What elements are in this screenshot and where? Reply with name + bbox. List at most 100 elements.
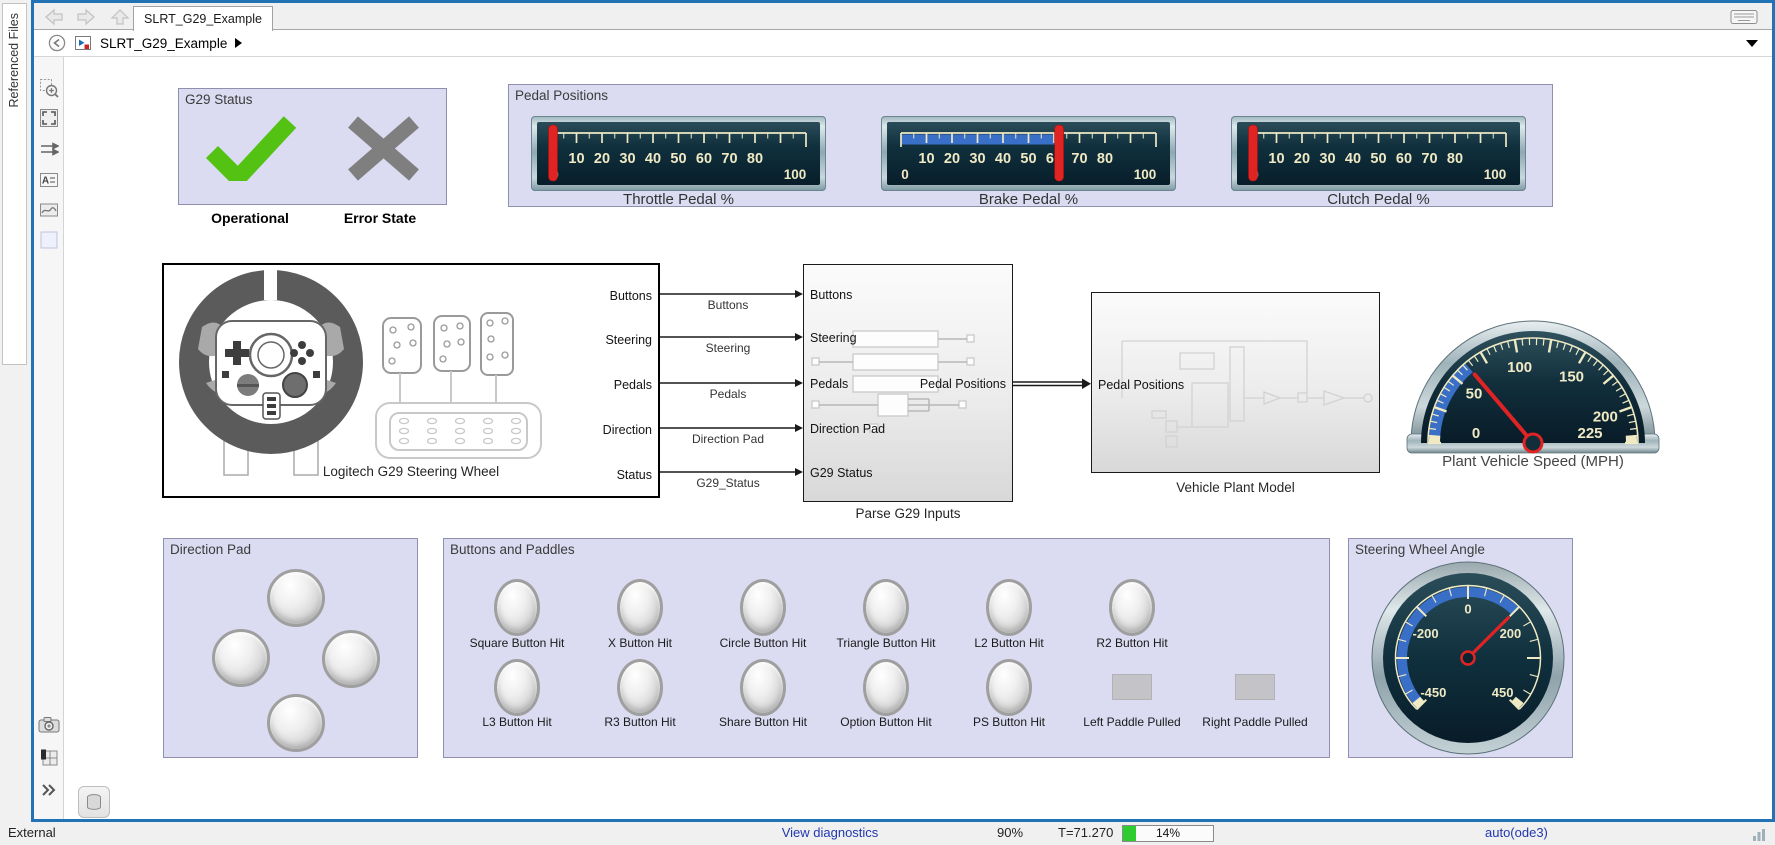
panel-steering-angle[interactable]: Steering Wheel Angle -450-2000200450	[1348, 538, 1573, 758]
right-paddle-indicator[interactable]	[1235, 674, 1275, 700]
wire-label: G29_Status	[673, 476, 783, 490]
data-inspector-button[interactable]	[78, 786, 110, 818]
lamp-label: Left Paddle Pulled	[1067, 715, 1197, 729]
svg-text:150: 150	[1559, 368, 1584, 385]
panel-pedal-positions-title: Pedal Positions	[515, 88, 608, 103]
square-button-lamp[interactable]	[494, 579, 540, 636]
l2-button-lamp[interactable]	[986, 579, 1032, 636]
vehicle-speed-gauge[interactable]: 050100150200225	[1403, 305, 1663, 457]
wire-label: Direction Pad	[673, 432, 783, 446]
svg-text:20: 20	[594, 151, 610, 167]
schedule-editor-icon[interactable]	[37, 746, 61, 770]
lamp-label: PS Button Hit	[944, 715, 1074, 729]
g29-wheel-block[interactable]: Buttons Steering Pedals Direction Status…	[162, 263, 660, 498]
svg-text:40: 40	[645, 151, 661, 167]
r3-button-lamp[interactable]	[617, 659, 663, 716]
svg-text:-200: -200	[1413, 626, 1439, 641]
left-paddle-indicator[interactable]	[1112, 674, 1152, 700]
svg-text:30: 30	[619, 151, 635, 167]
sim-time: T=71.270	[1058, 825, 1113, 840]
panel-buttons-paddles[interactable]: Buttons and Paddles Square Button Hit X …	[443, 538, 1330, 758]
panel-steering-angle-title: Steering Wheel Angle	[1355, 542, 1485, 557]
port-label: Pedals	[810, 377, 848, 391]
svg-text:50: 50	[670, 151, 686, 167]
hide-palette-icon[interactable]	[48, 34, 66, 52]
model-tab[interactable]: SLRT_G29_Example	[133, 6, 273, 31]
operational-label: Operational	[180, 210, 320, 226]
tab-bar: SLRT_G29_Example	[34, 3, 1772, 30]
panel-g29-status[interactable]: G29 Status	[178, 88, 447, 205]
breadcrumb-model-name[interactable]: SLRT_G29_Example	[100, 36, 227, 51]
brake-gauge[interactable]: 10203040506070800100	[881, 116, 1176, 191]
annotation-icon[interactable]: A	[37, 168, 61, 192]
breadcrumb-dropdown-icon[interactable]	[1746, 40, 1758, 47]
parse-block-caption: Parse G29 Inputs	[803, 506, 1013, 521]
clutch-gauge[interactable]: 10203040506070800100	[1231, 116, 1526, 191]
share-button-lamp[interactable]	[740, 659, 786, 716]
svg-text:80: 80	[1447, 151, 1463, 167]
r2-button-lamp[interactable]	[1109, 579, 1155, 636]
svg-text:10: 10	[1268, 151, 1284, 167]
svg-text:200: 200	[1500, 626, 1522, 641]
referenced-files-tab[interactable]: Referenced Files	[2, 3, 27, 365]
wire-label: Buttons	[673, 298, 783, 312]
camera-icon[interactable]	[37, 713, 61, 737]
steering-angle-gauge[interactable]: -450-2000200450	[1368, 558, 1568, 758]
triangle-button-lamp[interactable]	[863, 579, 909, 636]
lamp-label: Circle Button Hit	[698, 636, 828, 650]
referenced-files-strip: Referenced Files	[0, 0, 31, 822]
lamp-label: Triangle Button Hit	[821, 636, 951, 650]
svg-text:30: 30	[1319, 151, 1335, 167]
sim-progress-label: 14%	[1123, 826, 1213, 841]
solver-link[interactable]: auto(ode3)	[1485, 825, 1548, 840]
l3-button-lamp[interactable]	[494, 659, 540, 716]
panel-g29-status-title: G29 Status	[185, 92, 253, 107]
option-button-lamp[interactable]	[863, 659, 909, 716]
panel-direction-pad[interactable]: Direction Pad	[163, 538, 418, 758]
keyboard-icon[interactable]	[1730, 9, 1758, 25]
back-icon[interactable]	[42, 7, 66, 27]
breadcrumb-bar: SLRT_G29_Example	[34, 30, 1772, 57]
ps-button-lamp[interactable]	[986, 659, 1032, 716]
zoom-region-icon[interactable]	[37, 76, 61, 100]
vehicle-speed-gauge-caption: Plant Vehicle Speed (MPH)	[1403, 453, 1663, 470]
circle-button-lamp[interactable]	[740, 579, 786, 636]
area-icon[interactable]	[37, 228, 61, 252]
breadcrumb[interactable]: SLRT_G29_Example	[48, 30, 242, 56]
lamp-label: Square Button Hit	[452, 636, 582, 650]
svg-text:450: 450	[1492, 685, 1514, 700]
svg-text:70: 70	[1421, 151, 1437, 167]
svg-text:70: 70	[1071, 151, 1087, 167]
svg-text:50: 50	[1466, 386, 1483, 403]
port-label: Direction Pad	[810, 422, 885, 436]
dpad-up-lamp[interactable]	[267, 569, 325, 627]
dpad-left-lamp[interactable]	[212, 629, 270, 687]
model-tab-label: SLRT_G29_Example	[144, 12, 262, 26]
svg-text:40: 40	[995, 151, 1011, 167]
palette-toolbar: A	[34, 57, 64, 819]
model-canvas[interactable]: Buttons Steering Pedals Direction Pad G2…	[64, 57, 1772, 819]
svg-text:80: 80	[1097, 151, 1113, 167]
up-icon[interactable]	[108, 7, 132, 27]
dpad-right-lamp[interactable]	[322, 630, 380, 688]
fit-to-view-icon[interactable]	[37, 106, 61, 130]
vehicle-plant-model-block[interactable]: Pedal Positions	[1091, 292, 1380, 473]
check-icon[interactable]	[206, 116, 296, 181]
status-bar: External View diagnostics 90% T=71.270 1…	[0, 822, 1775, 845]
parse-g29-inputs-block[interactable]: Buttons Steering Pedals Direction Pad G2…	[803, 264, 1013, 502]
panel-pedal-positions[interactable]: Pedal Positions 10203040506070800100 102…	[508, 84, 1553, 207]
signal-routing-icon[interactable]	[37, 137, 61, 161]
dpad-down-lamp[interactable]	[267, 694, 325, 752]
brake-gauge-label: Brake Pedal %	[881, 191, 1176, 208]
g29-wheel-block-caption: Logitech G29 Steering Wheel	[164, 464, 658, 479]
port-label: Buttons	[610, 289, 652, 303]
forward-icon[interactable]	[74, 7, 98, 27]
svg-text:0: 0	[1472, 425, 1480, 442]
svg-text:40: 40	[1345, 151, 1361, 167]
throttle-gauge[interactable]: 10203040506070800100	[531, 116, 826, 191]
view-diagnostics-link[interactable]: View diagnostics	[770, 825, 890, 840]
image-icon[interactable]	[37, 198, 61, 222]
x-icon[interactable]	[346, 116, 421, 181]
more-tools-icon[interactable]	[37, 778, 61, 802]
x-button-lamp[interactable]	[617, 579, 663, 636]
